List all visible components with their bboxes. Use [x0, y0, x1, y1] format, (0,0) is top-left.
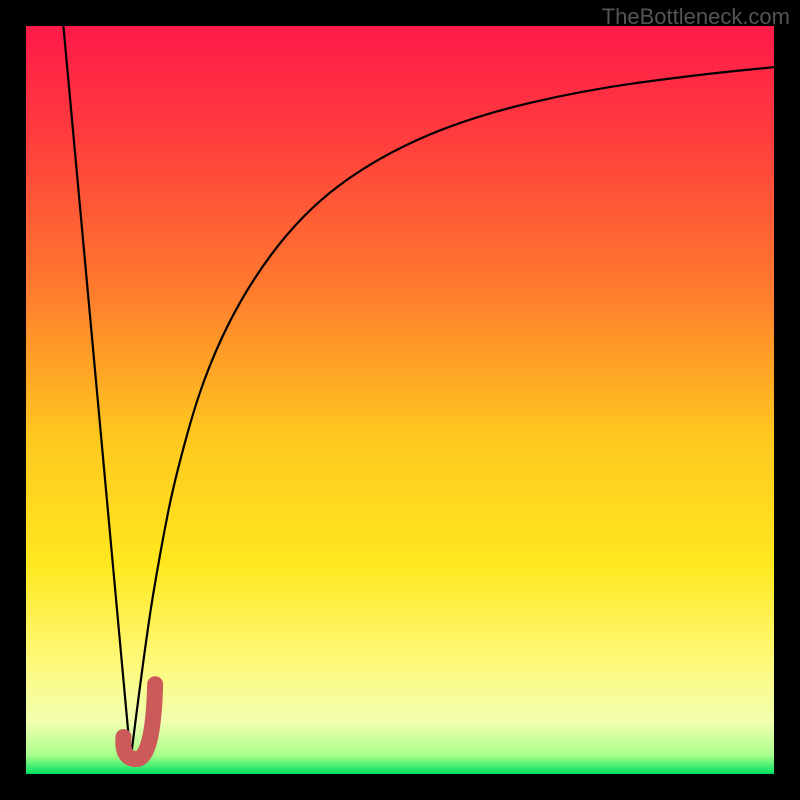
optimal-marker [26, 26, 774, 774]
j-marker-icon [123, 684, 155, 759]
plot-area [26, 26, 774, 774]
chart-container: TheBottleneck.com [0, 0, 800, 800]
watermark-text: TheBottleneck.com [602, 4, 790, 30]
